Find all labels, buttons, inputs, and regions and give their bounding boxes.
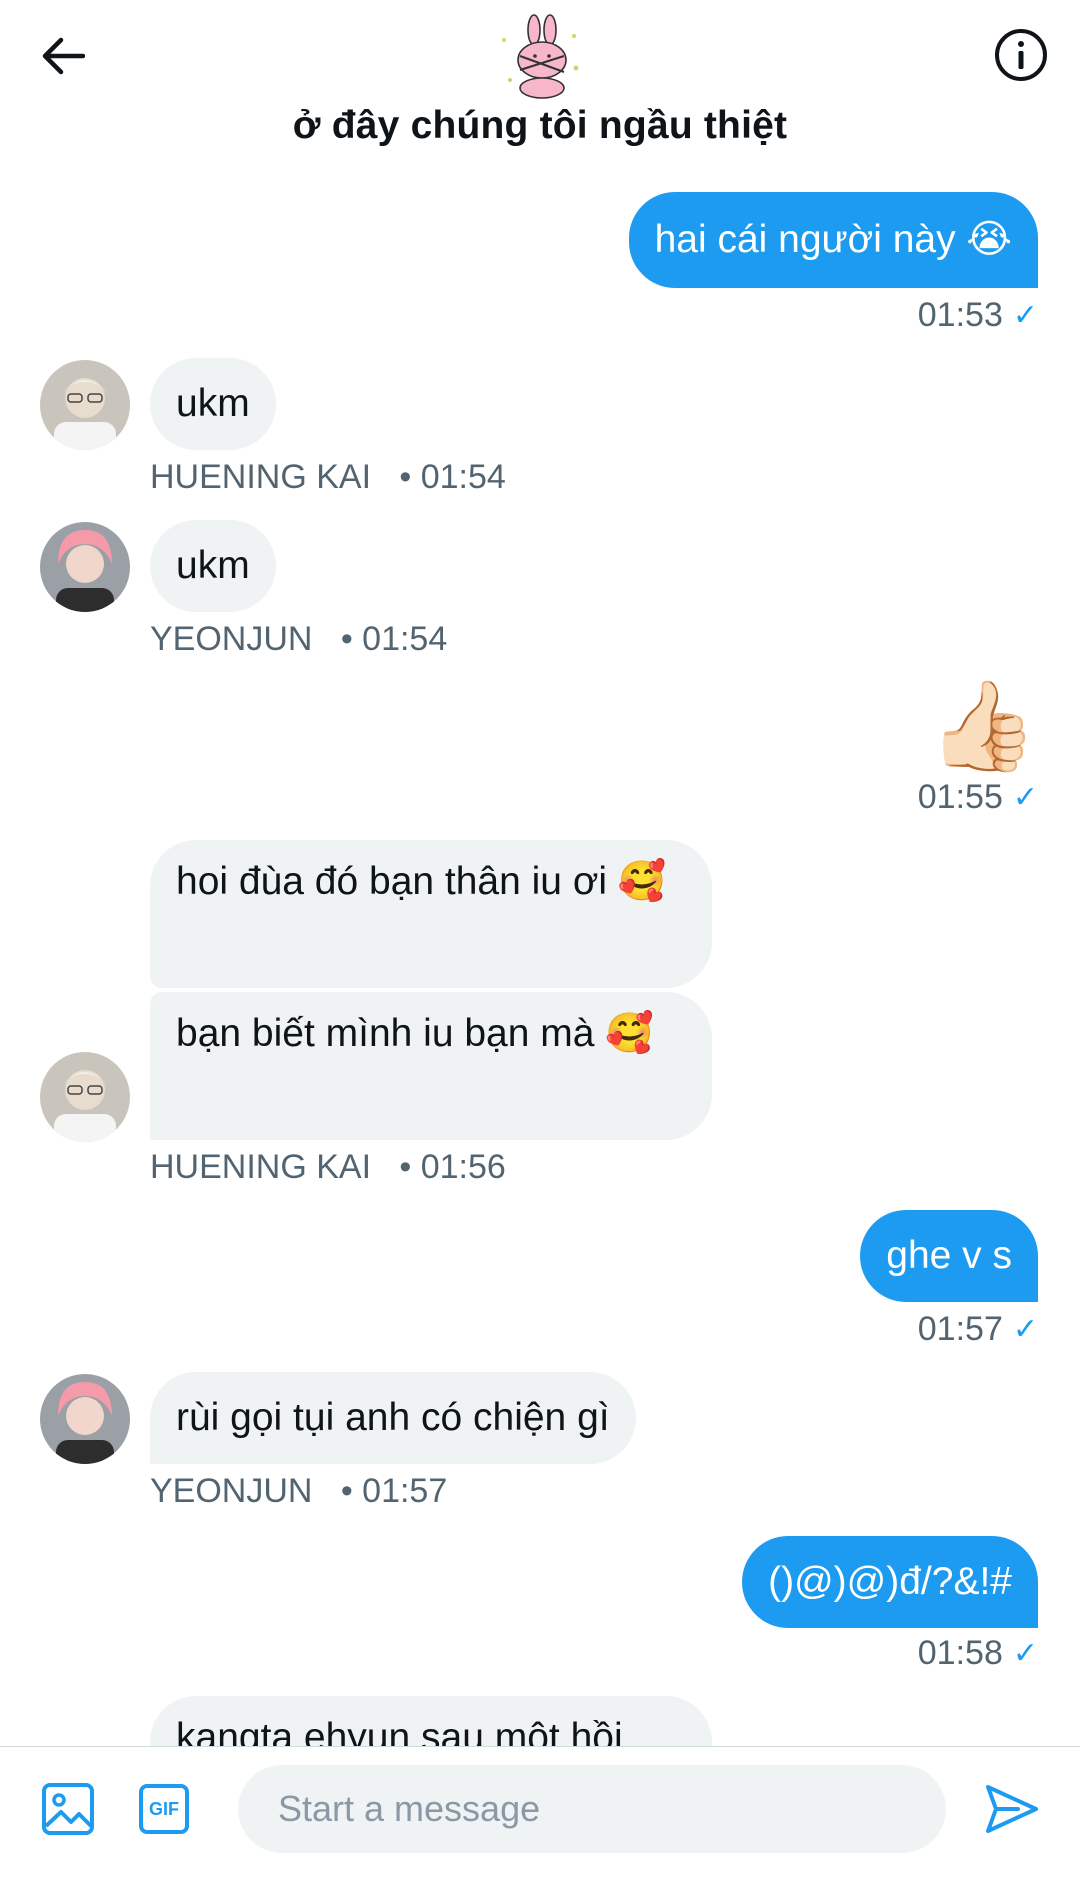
send-button[interactable]	[980, 1777, 1044, 1841]
user-avatar-icon	[40, 360, 130, 450]
check-icon: ✓	[1012, 1637, 1038, 1670]
bunny-sticker-icon	[502, 14, 579, 99]
send-icon	[986, 1785, 1038, 1833]
message-emoji-outgoing[interactable]: 👍🏻	[928, 676, 1038, 776]
message-bubble-incoming[interactable]: rùi gọi tụi anh có chiện gì	[150, 1372, 636, 1464]
message-input[interactable]	[238, 1765, 946, 1853]
message-bubble-incoming[interactable]: kangta ehyun sau một hồi	[150, 1696, 712, 1746]
message-meta: 01:55 ✓	[917, 778, 1038, 816]
message-meta: HUENING KAI • 01:54	[150, 458, 506, 496]
message-bubble-incoming[interactable]: ukm	[150, 358, 276, 450]
add-image-button[interactable]	[36, 1777, 100, 1841]
info-icon	[995, 29, 1047, 81]
message-meta: HUENING KAI • 01:56	[150, 1148, 506, 1186]
avatar[interactable]	[40, 360, 130, 450]
message-bubble-outgoing[interactable]: ghe v s	[860, 1210, 1038, 1302]
group-avatar[interactable]	[490, 10, 590, 102]
message-meta: YEONJUN • 01:54	[150, 620, 448, 658]
message-bubble-outgoing[interactable]: hai cái người này 😭	[628, 192, 1038, 288]
avatar[interactable]	[40, 1052, 130, 1142]
avatar[interactable]	[40, 1374, 130, 1464]
message-meta: YEONJUN • 01:57	[150, 1472, 448, 1510]
message-meta: 01:57 ✓	[917, 1310, 1038, 1348]
back-button[interactable]	[30, 24, 94, 88]
message-list-overflow: kangta ehyun sau một hồi	[0, 1690, 1080, 1746]
conversation-title: ở đây chúng tôi ngầu thiệt	[292, 104, 788, 147]
sender-name: YEONJUN	[150, 620, 313, 658]
message-bubble-incoming[interactable]: hoi đùa đó bạn thân iu ơi 🥰	[150, 840, 712, 988]
add-gif-button[interactable]: GIF	[132, 1777, 196, 1841]
sender-name: HUENING KAI	[150, 458, 372, 496]
message-bubble-incoming[interactable]: bạn biết mình iu bạn mà 🥰	[150, 992, 712, 1140]
conversation-info-button[interactable]	[988, 22, 1054, 88]
image-icon	[42, 1783, 94, 1835]
user-avatar-icon	[40, 1052, 130, 1142]
avatar[interactable]	[40, 522, 130, 612]
arrow-left-icon	[42, 37, 85, 75]
message-bubble-outgoing[interactable]: ()@)@)đ/?&!#	[742, 1536, 1038, 1628]
check-icon: ✓	[1012, 1313, 1038, 1346]
check-icon: ✓	[1012, 299, 1038, 332]
user-avatar-icon	[40, 522, 130, 612]
gif-icon: GIF	[139, 1784, 189, 1834]
sender-name: YEONJUN	[150, 1472, 313, 1510]
message-bubble-incoming[interactable]: ukm	[150, 520, 276, 612]
sender-name: HUENING KAI	[150, 1148, 372, 1186]
check-icon: ✓	[1012, 781, 1038, 814]
user-avatar-icon	[40, 1374, 130, 1464]
message-meta: 01:58 ✓	[917, 1634, 1038, 1672]
message-meta: 01:53 ✓	[917, 296, 1038, 334]
